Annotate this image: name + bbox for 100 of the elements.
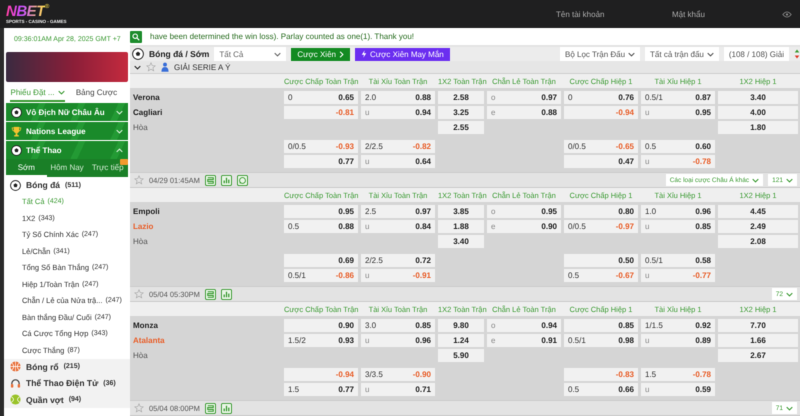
star-icon[interactable]: [134, 403, 144, 414]
odds-cell[interactable]: o 0.95: [487, 205, 561, 218]
odds-cell[interactable]: 0.5 0.60: [641, 140, 715, 154]
odds-cell[interactable]: 0.90: [284, 319, 358, 332]
sport-group-header[interactable]: Vô Địch Nữ Châu Âu: [6, 103, 128, 121]
odds-cell[interactable]: e 0.91: [487, 334, 561, 348]
odds-cell[interactable]: u 0.96: [361, 334, 435, 348]
odds-cell[interactable]: 2.67: [718, 349, 798, 362]
odds-cell[interactable]: 1.24: [438, 334, 484, 348]
chat-icon[interactable]: [236, 174, 248, 186]
odds-cell[interactable]: 0/0.5 -0.65: [564, 140, 638, 154]
promo-banner[interactable]: [6, 52, 128, 82]
odds-cell[interactable]: 0.5/1 0.98: [564, 334, 638, 348]
odds-cell[interactable]: 1.66: [718, 334, 798, 348]
odds-cell[interactable]: 0.47: [564, 155, 638, 168]
star-icon[interactable]: [134, 289, 144, 300]
odds-cell[interactable]: 0/0.5 -0.93: [284, 140, 358, 154]
odds-cell[interactable]: u 0.85: [641, 220, 715, 234]
odds-cell[interactable]: 3/3.5 -0.90: [361, 368, 435, 382]
odds-cell[interactable]: u 0.95: [641, 106, 715, 120]
search-button[interactable]: [130, 30, 142, 43]
odds-cell[interactable]: 0.95: [284, 205, 358, 218]
odds-cell[interactable]: e 0.90: [487, 220, 561, 234]
odds-cell[interactable]: 3.40: [718, 91, 798, 104]
odds-cell[interactable]: u 0.64: [361, 155, 435, 168]
odds-cell[interactable]: e 0.88: [487, 106, 561, 120]
period-tab[interactable]: Hôm Nay: [46, 159, 88, 177]
league-count-button[interactable]: (108 / 108) Giải: [724, 47, 789, 62]
bar-chart-icon[interactable]: [220, 402, 232, 414]
sport-group-header[interactable]: Thể Thao: [6, 141, 128, 159]
odds-cell[interactable]: 2.08: [718, 235, 798, 248]
odds-cell[interactable]: u 0.89: [641, 334, 715, 348]
odds-cell[interactable]: 1.88: [438, 220, 484, 234]
odds-cell[interactable]: 1.0 0.96: [641, 205, 715, 218]
team-name: Monza: [132, 321, 159, 330]
star-icon[interactable]: [134, 175, 144, 186]
odds-cell[interactable]: 2.55: [438, 121, 484, 134]
sort-icon[interactable]: [794, 49, 800, 60]
logo-text[interactable]: NBET: [6, 4, 45, 18]
odds-cell[interactable]: 0.5 -0.67: [564, 269, 638, 282]
odds-cell[interactable]: 0.50: [564, 254, 638, 268]
match-filter-dropdown[interactable]: Bộ Lọc Trận Đấu: [560, 47, 640, 62]
odds-cell[interactable]: 1.5/2 0.93: [284, 334, 358, 348]
odds-cell[interactable]: 2/2.5 -0.82: [361, 140, 435, 154]
odds-cell[interactable]: 0.5/1 -0.86: [284, 269, 358, 282]
bar-chart-icon[interactable]: [220, 174, 232, 186]
odds-cell[interactable]: 2.0 0.88: [361, 91, 435, 104]
odds-cell[interactable]: 1/1.5 0.92: [641, 319, 715, 332]
scoreboard-icon[interactable]: [204, 174, 216, 186]
bar-chart-icon[interactable]: [220, 288, 232, 300]
odds-cell[interactable]: 0 0.76: [564, 91, 638, 104]
odds-cell[interactable]: u 0.94: [361, 106, 435, 120]
odds-cell[interactable]: 1.5 -0.78: [641, 368, 715, 382]
odds-cell[interactable]: 0.69: [284, 254, 358, 268]
parlay-button[interactable]: Cược Xiên: [291, 48, 350, 61]
odds-cell[interactable]: 2.58: [438, 91, 484, 104]
star-icon[interactable]: [146, 62, 156, 72]
odds-cell[interactable]: 1.5 0.77: [284, 383, 358, 396]
odds-cell[interactable]: 3.85: [438, 205, 484, 218]
odds-cell[interactable]: u 0.59: [641, 383, 715, 396]
period-tab[interactable]: Trực tiếp: [87, 159, 128, 177]
odds-cell[interactable]: 0.77: [284, 155, 358, 168]
eye-icon[interactable]: [782, 10, 792, 18]
lucky-parlay-button[interactable]: Cược Xiên May Mắn: [354, 48, 450, 61]
odds-cell[interactable]: 0 0.65: [284, 91, 358, 104]
password-field[interactable]: Mật khẩu: [666, 4, 776, 24]
chevron-down-icon: [706, 52, 714, 57]
league-name[interactable]: GIẢI SERIE A Ý: [174, 62, 230, 72]
odds-cell[interactable]: o 0.97: [487, 91, 561, 104]
scoreboard-icon[interactable]: [204, 402, 216, 414]
odds-cell[interactable]: 4.00: [718, 106, 798, 120]
scoreboard-icon[interactable]: [204, 288, 216, 300]
odds-cell[interactable]: 0.80: [564, 205, 638, 218]
odds-cell[interactable]: 9.80: [438, 319, 484, 332]
odds-cell[interactable]: 3.0 0.85: [361, 319, 435, 332]
odds-cell[interactable]: 3.25: [438, 106, 484, 120]
odds-cell[interactable]: o 0.94: [487, 319, 561, 332]
odds-cell[interactable]: 7.70: [718, 319, 798, 332]
match-dropdown[interactable]: Tất cả trận đấu: [645, 47, 719, 62]
username-field[interactable]: Tên tài khoản: [550, 4, 660, 24]
odds-cell[interactable]: 2.49: [718, 220, 798, 234]
sport-group-header[interactable]: Nations League: [6, 122, 128, 140]
odds-cell[interactable]: u 0.84: [361, 220, 435, 234]
odds-cell[interactable]: 3.40: [438, 235, 484, 248]
market-dropdown[interactable]: Tất Cả: [214, 47, 286, 62]
odds-cell[interactable]: 0.5 0.66: [564, 383, 638, 396]
announcement-text: have been determined the win loss). Parlay counted as one(1). Thank you!: [150, 32, 414, 42]
odds-cell[interactable]: 0.5 0.88: [284, 220, 358, 234]
odds-cell[interactable]: 0.5/1 0.87: [641, 91, 715, 104]
odds-cell[interactable]: 0.85: [564, 319, 638, 332]
odds-cell[interactable]: 4.45: [718, 205, 798, 218]
odds-cell[interactable]: 2.5 0.97: [361, 205, 435, 218]
odds-cell[interactable]: 0/0.5 -0.97: [564, 220, 638, 234]
odds-cell[interactable]: u 0.71: [361, 383, 435, 396]
odds-cell[interactable]: 0.5/1 0.58: [641, 254, 715, 268]
odds-cell[interactable]: 2/2.5 0.72: [361, 254, 435, 268]
odds-cell[interactable]: 1.80: [718, 121, 798, 134]
chevron-down-icon: [752, 178, 760, 183]
sidebar-tab[interactable]: Bảng Cược: [69, 84, 124, 102]
odds-cell[interactable]: 5.90: [438, 349, 484, 362]
